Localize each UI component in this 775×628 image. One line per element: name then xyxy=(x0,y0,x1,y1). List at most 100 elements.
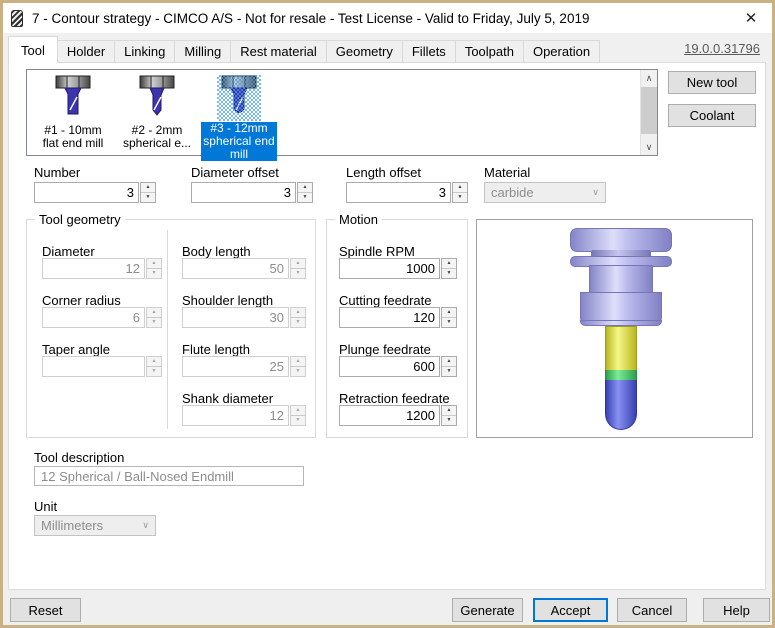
spinner-down-icon: ▼ xyxy=(298,193,312,202)
plunge-feedrate-field[interactable]: 600 ▲▼ xyxy=(339,356,457,377)
spinner-up-icon: ▲ xyxy=(291,406,305,416)
tool-render-shank xyxy=(605,326,637,370)
length-offset-field[interactable]: 3 ▲ ▼ xyxy=(346,182,468,203)
spinner-up-icon: ▲ xyxy=(141,183,155,193)
spinner-down-icon: ▼ xyxy=(442,318,456,327)
tool-list-items: #1 - 10mm flat end mill xyxy=(27,70,640,155)
title-bar: 7 - Contour strategy - CIMCO A/S - Not f… xyxy=(3,3,772,33)
cutting-feedrate-field[interactable]: 120 ▲▼ xyxy=(339,307,457,328)
spinner-down-icon: ▼ xyxy=(442,367,456,376)
unit-dropdown: Millimeters ∨ xyxy=(34,515,156,536)
tab-strip: Tool Holder Linking Milling Rest materia… xyxy=(8,36,599,63)
motion-group: Motion Spindle RPM 1000 ▲▼ Cutting feedr… xyxy=(326,219,468,438)
taper-angle-label: Taper angle xyxy=(42,342,110,357)
diameter-field: 12 ▲▼ xyxy=(42,258,162,279)
tool-list-item-1[interactable]: #1 - 10mm flat end mill xyxy=(33,75,113,155)
tool-geometry-group: Tool geometry Diameter 12 ▲▼ Corner radi… xyxy=(26,219,316,438)
new-tool-button[interactable]: New tool xyxy=(668,71,756,94)
spinner-down-icon: ▼ xyxy=(291,416,305,425)
end-mill-icon xyxy=(217,75,261,121)
scroll-down-icon[interactable]: ∨ xyxy=(641,139,657,155)
tool-render-collar xyxy=(580,292,662,322)
tab-linking[interactable]: Linking xyxy=(114,40,175,63)
scrollbar-thumb[interactable] xyxy=(641,87,657,134)
version-link[interactable]: 19.0.0.31796 xyxy=(684,41,760,56)
tool-render-holder-cap xyxy=(570,228,672,252)
spinner-up-icon: ▲ xyxy=(147,259,161,269)
tab-geometry[interactable]: Geometry xyxy=(326,40,403,63)
tool-geometry-title: Tool geometry xyxy=(35,212,125,227)
close-icon[interactable]: ✕ xyxy=(740,7,762,29)
tab-rest-material[interactable]: Rest material xyxy=(230,40,327,63)
spinner-up-icon: ▲ xyxy=(298,183,312,193)
body-length-field: 50 ▲▼ xyxy=(182,258,306,279)
number-spinner[interactable]: ▲ ▼ xyxy=(140,182,156,203)
number-label: Number xyxy=(34,165,80,180)
shoulder-length-label: Shoulder length xyxy=(182,293,273,308)
chevron-down-icon: ∨ xyxy=(592,187,599,198)
flute-length-field: 25 ▲▼ xyxy=(182,356,306,377)
retraction-feedrate-field[interactable]: 1200 ▲▼ xyxy=(339,405,457,426)
tab-milling[interactable]: Milling xyxy=(174,40,231,63)
end-mill-icon xyxy=(135,75,179,123)
number-field[interactable]: 3 ▲ ▼ xyxy=(34,182,156,203)
tab-holder[interactable]: Holder xyxy=(57,40,115,63)
tool-render-ball-tip xyxy=(605,380,637,430)
tool-list-item-2[interactable]: #2 - 2mm spherical e... xyxy=(117,75,197,155)
spinner-up-icon: ▲ xyxy=(442,406,456,416)
end-mill-app-icon xyxy=(11,10,23,27)
diameter-label: Diameter xyxy=(42,244,95,259)
end-mill-icon xyxy=(51,75,95,123)
spinner-down-icon: ▼ xyxy=(291,318,305,327)
spindle-rpm-field[interactable]: 1000 ▲▼ xyxy=(339,258,457,279)
material-label: Material xyxy=(484,165,530,180)
spinner-up-icon: ▲ xyxy=(442,308,456,318)
shank-diameter-field: 12 ▲▼ xyxy=(182,405,306,426)
corner-radius-field: 6 ▲▼ xyxy=(42,307,162,328)
diameter-offset-spinner[interactable]: ▲ ▼ xyxy=(297,182,313,203)
tab-operation[interactable]: Operation xyxy=(523,40,600,63)
reset-button[interactable]: Reset xyxy=(10,598,81,622)
spinner-down-icon: ▼ xyxy=(141,193,155,202)
shoulder-length-field: 30 ▲▼ xyxy=(182,307,306,328)
tool-render-neck xyxy=(589,265,653,293)
tool-list-scrollbar[interactable]: ∧ ∨ xyxy=(640,70,657,155)
tab-tool[interactable]: Tool xyxy=(8,36,58,63)
unit-label: Unit xyxy=(34,499,57,514)
shank-diameter-label: Shank diameter xyxy=(182,391,273,406)
cutting-feedrate-label: Cutting feedrate xyxy=(339,293,432,308)
spinner-up-icon: ▲ xyxy=(291,308,305,318)
corner-radius-label: Corner radius xyxy=(42,293,121,308)
spinner-down-icon: ▼ xyxy=(147,367,161,376)
footer-bar: Reset Generate Accept Cancel Help xyxy=(3,590,772,625)
length-offset-label: Length offset xyxy=(346,165,421,180)
cancel-button[interactable]: Cancel xyxy=(617,598,687,622)
diameter-offset-field[interactable]: 3 ▲ ▼ xyxy=(191,182,313,203)
accept-button[interactable]: Accept xyxy=(533,598,608,622)
help-button[interactable]: Help xyxy=(703,598,770,622)
plunge-feedrate-label: Plunge feedrate xyxy=(339,342,431,357)
tool-list-item-3-selected[interactable]: #3 - 12mm spherical end mill xyxy=(201,75,277,155)
tool-tab-panel: #1 - 10mm flat end mill xyxy=(8,62,766,590)
retraction-feedrate-label: Retraction feedrate xyxy=(339,391,450,406)
tab-fillets[interactable]: Fillets xyxy=(402,40,456,63)
body-length-label: Body length xyxy=(182,244,251,259)
generate-button[interactable]: Generate xyxy=(452,598,523,622)
spinner-up-icon: ▲ xyxy=(147,357,161,367)
window-title: 7 - Contour strategy - CIMCO A/S - Not f… xyxy=(32,11,589,26)
scroll-up-icon[interactable]: ∧ xyxy=(641,70,657,86)
length-offset-spinner[interactable]: ▲ ▼ xyxy=(452,182,468,203)
tool-preview-pane xyxy=(476,219,753,438)
tool-list: #1 - 10mm flat end mill xyxy=(26,69,658,156)
tool-description-field: 12 Spherical / Ball-Nosed Endmill xyxy=(34,466,304,486)
spinner-up-icon: ▲ xyxy=(291,259,305,269)
spinner-down-icon: ▼ xyxy=(291,269,305,278)
motion-title: Motion xyxy=(335,212,382,227)
tool-item-label: #2 - 2mm spherical e... xyxy=(123,124,191,150)
spinner-down-icon: ▼ xyxy=(453,193,467,202)
spinner-down-icon: ▼ xyxy=(291,367,305,376)
coolant-button[interactable]: Coolant xyxy=(668,104,756,127)
tool-render-flute-band xyxy=(605,370,637,380)
tab-toolpath[interactable]: Toolpath xyxy=(455,40,524,63)
diameter-offset-label: Diameter offset xyxy=(191,165,279,180)
